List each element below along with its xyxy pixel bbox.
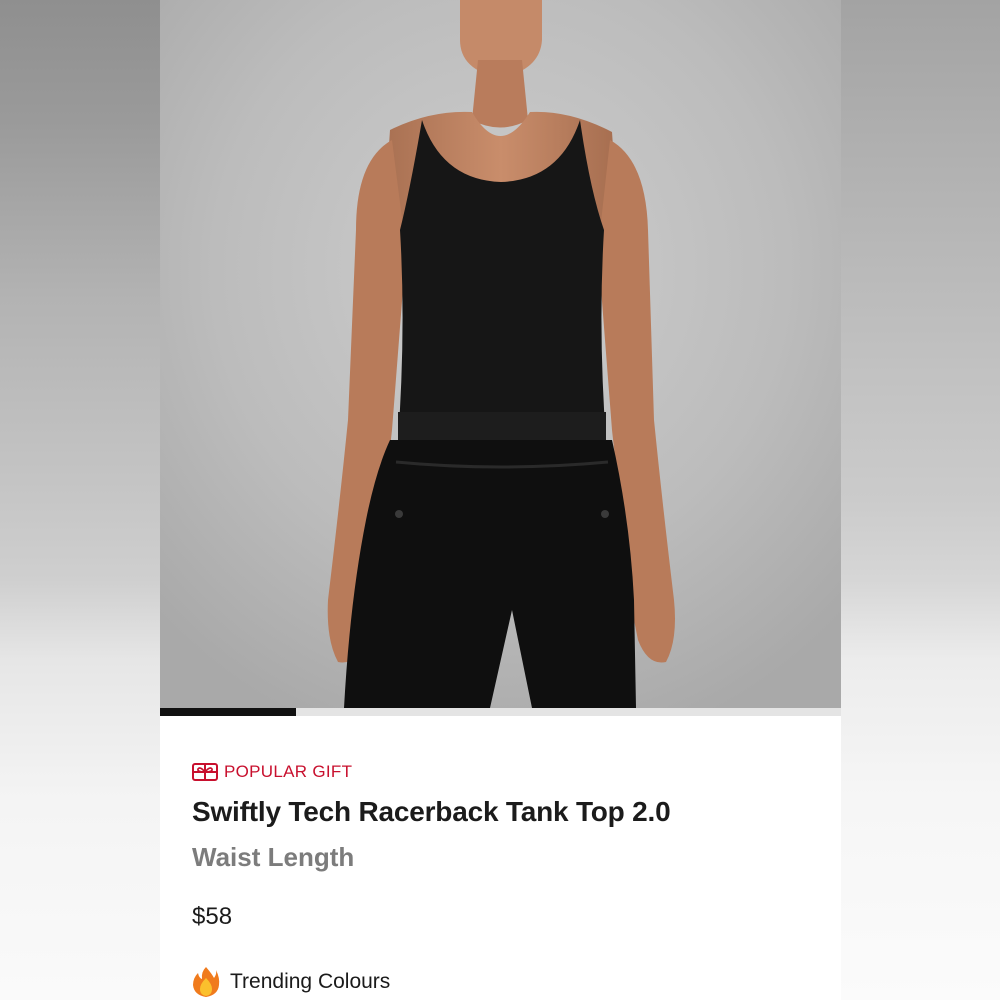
blurred-background-right [840,0,1000,1000]
product-info: POPULAR GIFT Swiftly Tech Racerback Tank… [192,760,817,931]
product-fit: Waist Length [192,842,355,872]
badge-label: POPULAR GIFT [224,762,353,781]
trending-colours-label: Trending Colours [230,970,391,993]
trending-colours-link[interactable]: Trending Colours [192,966,390,998]
product-name: Swiftly Tech Racerback Tank Top 2.0 [192,796,671,827]
model-illustration [160,0,841,708]
blurred-background-left [0,0,160,1000]
product-card: POPULAR GIFT Swiftly Tech Racerback Tank… [160,0,841,1000]
image-carousel-progress-fill [160,708,297,716]
product-photo[interactable] [160,0,841,708]
image-carousel-progress [160,708,841,716]
gift-icon [192,763,218,781]
popular-gift-badge: POPULAR GIFT [192,760,817,784]
product-price: $58 [192,903,233,930]
fire-icon [193,967,220,997]
